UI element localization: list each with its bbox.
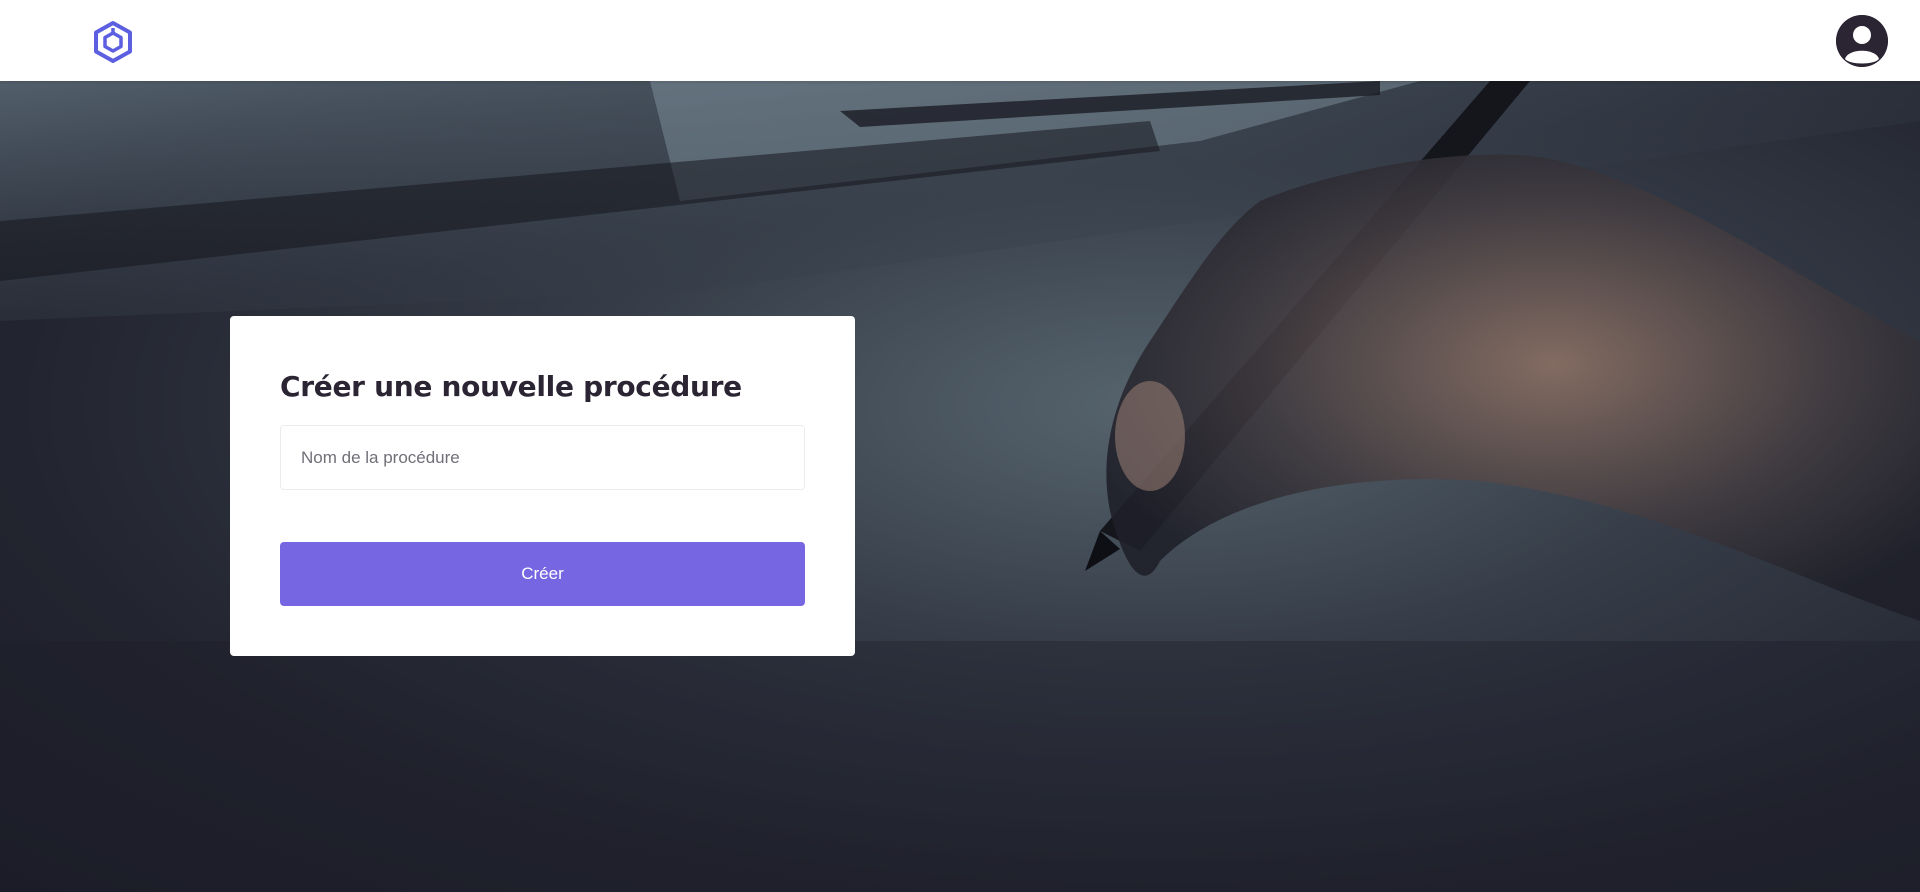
hexagon-cube-logo-icon[interactable] (91, 20, 135, 64)
create-procedure-card: Créer une nouvelle procédure Créer (230, 316, 855, 656)
form-title: Créer une nouvelle procédure (280, 370, 742, 403)
create-button[interactable]: Créer (280, 542, 805, 606)
user-avatar-icon[interactable] (1836, 15, 1888, 67)
top-navbar (0, 0, 1920, 81)
procedure-name-input[interactable] (280, 425, 805, 490)
